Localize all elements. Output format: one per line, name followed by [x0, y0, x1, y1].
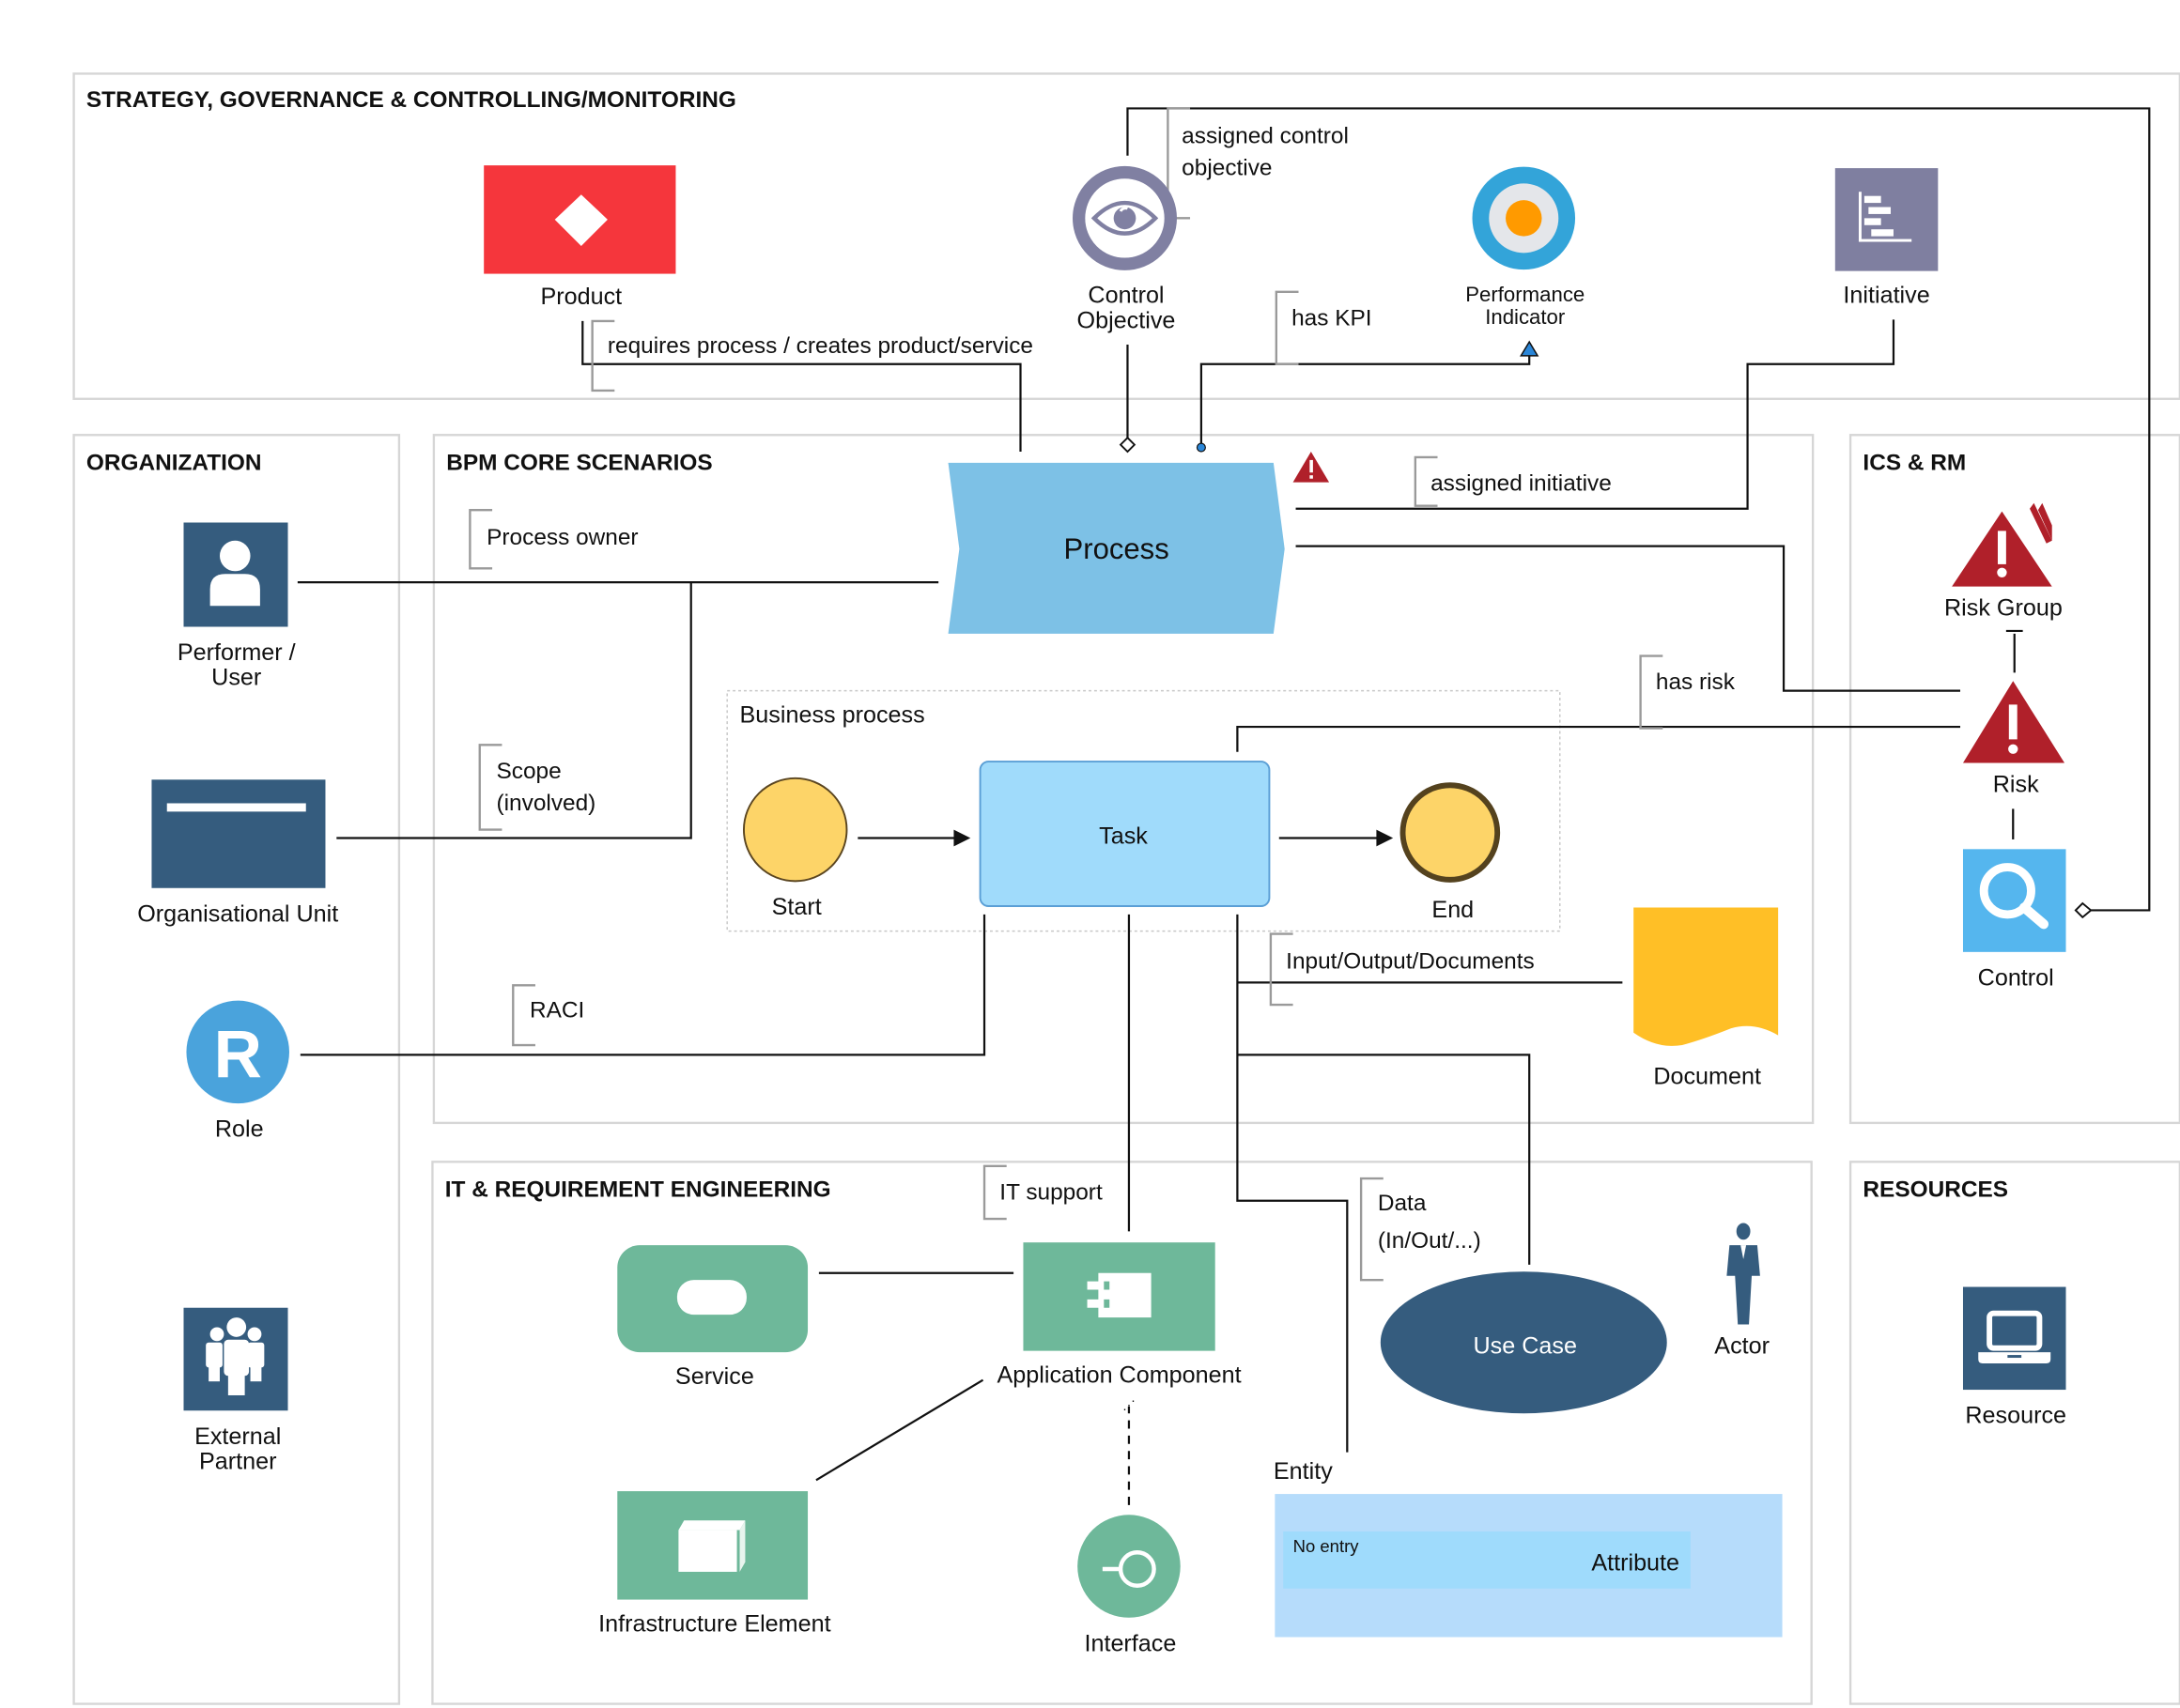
label-data-1: Data — [1378, 1191, 1427, 1216]
application-component-label: Application Component — [997, 1362, 1242, 1389]
product-label: Product — [540, 284, 622, 310]
node-application-component[interactable]: Application Component — [997, 1242, 1242, 1389]
performer-label-2: User — [211, 665, 261, 691]
org-unit-bar-icon — [166, 803, 306, 812]
document-icon — [1633, 907, 1779, 1046]
node-infrastructure-element[interactable]: Infrastructure Element — [598, 1491, 831, 1638]
node-org-unit[interactable]: Organisational Unit — [137, 779, 338, 927]
label-requires-process: requires process / creates product/servi… — [608, 333, 1033, 359]
document-label: Document — [1653, 1063, 1761, 1089]
process-label: Process — [1063, 532, 1168, 565]
performer-label-1: Performer / — [178, 639, 296, 666]
infrastructure-element-label: Infrastructure Element — [598, 1611, 830, 1638]
label-has-risk: has risk — [1656, 669, 1736, 695]
label-assigned-control-objective-1: assigned control — [1182, 123, 1349, 148]
node-initiative[interactable]: Initiative — [1834, 168, 1939, 309]
cube-icon — [678, 1520, 746, 1572]
node-external-partner[interactable]: External Partner — [183, 1307, 288, 1475]
label-scope-2: (involved) — [497, 791, 596, 816]
lane-title-strategy: STRATEGY, GOVERNANCE & CONTROLLING/MONIT… — [86, 87, 736, 113]
role-r-icon: R — [214, 1018, 262, 1092]
actor-label: Actor — [1714, 1333, 1770, 1360]
node-performer[interactable]: Performer / User — [178, 522, 296, 691]
end-label: End — [1431, 897, 1474, 923]
attribute-value: No entry — [1293, 1536, 1360, 1556]
control-objective-label-2: Objective — [1077, 307, 1176, 333]
external-partner-label-1: External — [194, 1423, 281, 1450]
label-has-kpi: has KPI — [1291, 305, 1371, 331]
control-label: Control — [1978, 964, 2054, 991]
interface-label: Interface — [1084, 1630, 1176, 1656]
label-process-owner: Process owner — [487, 525, 638, 550]
lane-resources: RESOURCES — [1848, 1161, 2180, 1705]
node-resource[interactable]: Resource — [1962, 1286, 2066, 1429]
entity-label: Entity — [1274, 1458, 1333, 1485]
lane-title-resources: RESOURCES — [1863, 1177, 2008, 1202]
control-objective-label-1: Control — [1088, 283, 1164, 309]
node-interface[interactable]: Interface — [1077, 1515, 1181, 1656]
initiative-label: Initiative — [1843, 283, 1929, 309]
performance-indicator-label-2: Indicator — [1485, 305, 1566, 329]
org-unit-label: Organisational Unit — [137, 900, 338, 927]
use-case-label: Use Case — [1474, 1333, 1577, 1360]
label-io-documents: Input/Output/Documents — [1286, 949, 1535, 975]
service-label: Service — [675, 1363, 754, 1390]
attribute-row[interactable]: No entry Attribute — [1283, 1531, 1691, 1589]
resource-label: Resource — [1965, 1403, 2066, 1429]
bpm-architecture-diagram: STRATEGY, GOVERNANCE & CONTROLLING/MONIT… — [72, 72, 2180, 1705]
risk-label: Risk — [1993, 772, 2039, 798]
role-label: Role — [215, 1116, 264, 1143]
label-scope-1: Scope — [497, 759, 562, 784]
performance-indicator-label-1: Performance — [1465, 283, 1585, 306]
task-label: Task — [1099, 823, 1148, 849]
lane-title-bpm: BPM CORE SCENARIOS — [446, 450, 712, 475]
connector-dot-icon — [1196, 442, 1206, 453]
lane-title-ics: ICS & RM — [1863, 450, 1966, 475]
node-task[interactable]: Task — [979, 761, 1271, 907]
start-label: Start — [772, 894, 822, 920]
lane-title-organization: ORGANIZATION — [86, 450, 262, 475]
node-use-case[interactable]: Use Case — [1380, 1271, 1667, 1414]
label-data-2: (In/Out/...) — [1378, 1228, 1481, 1254]
node-control[interactable]: Control — [1962, 849, 2066, 991]
dependency-arrow-icon: ⋰ — [1122, 1398, 1135, 1412]
lane-title-it: IT & REQUIREMENT ENGINEERING — [445, 1177, 831, 1202]
label-it-support: IT support — [999, 1179, 1103, 1205]
service-icon — [676, 1280, 747, 1316]
label-assigned-initiative: assigned initiative — [1430, 470, 1612, 496]
attribute-label: Attribute — [1591, 1549, 1679, 1576]
label-assigned-control-objective-2: objective — [1182, 155, 1272, 180]
node-process[interactable]: Process — [948, 462, 1285, 634]
business-process-label: Business process — [740, 702, 925, 729]
risk-group-label: Risk Group — [1944, 595, 2063, 622]
label-raci: RACI — [530, 997, 584, 1023]
external-partner-label-2: Partner — [199, 1448, 277, 1474]
